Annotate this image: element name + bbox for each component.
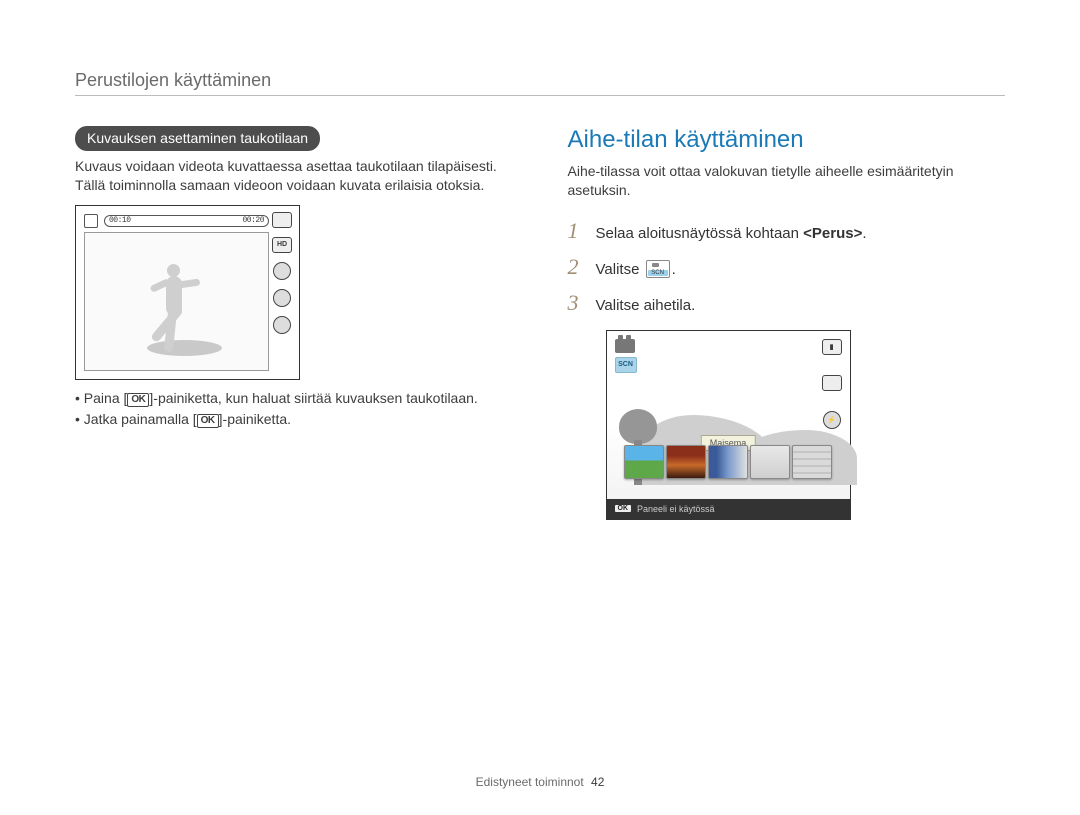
scene-thumb [666,445,706,479]
scene-mode-title: Aihe-tilan käyttäminen [568,126,1006,154]
pause-recording-heading: Kuvauksen asettaminen taukotilaan [75,126,320,151]
step-3: 3 Valitse aihetila. [568,290,1006,316]
camera-icon [615,339,635,353]
scene-mode-screenshot: SCN ▮ ⚡ Maisema [606,330,851,520]
battery-icon [272,212,292,228]
page-number: 42 [591,775,604,789]
time-bar: 00:10 00:20 [104,215,269,227]
battery-icon: ▮ [822,339,842,355]
bullet-pause: Paina [OK]-painiketta, kun haluat siirtä… [75,390,513,407]
stabilize-icon [273,316,291,334]
step-number: 3 [568,290,584,316]
battery-full-icon [822,375,842,391]
scn-mode-icon [646,260,670,278]
scene-thumbnails [619,445,838,485]
divider [75,95,1005,96]
scene-thumb [750,445,790,479]
panel-status-text: Paneeli ei käytössä [637,504,715,514]
ok-icon: OK [615,505,632,512]
left-column: Kuvauksen asettaminen taukotilaan Kuvaus… [75,126,513,520]
scene-thumb [624,445,664,479]
chapter-title: Perustilojen käyttäminen [75,70,1005,91]
scene-mode-description: Aihe-tilassa voit ottaa valokuvan tietyl… [568,162,1006,200]
mode-icon [273,289,291,307]
time-remaining: 00:20 [242,216,264,225]
ok-icon: OK [197,414,219,428]
page-footer: Edistyneet toiminnot 42 [0,775,1080,789]
pause-description: Kuvaus voidaan videota kuvattaessa asett… [75,157,513,195]
rec-indicator-icon [84,214,98,228]
video-pause-screenshot: 00:10 00:20 HD [75,205,300,380]
hd-badge: HD [272,237,292,253]
scene-thumb [792,445,832,479]
time-elapsed: 00:10 [109,216,131,225]
step-number: 1 [568,218,584,244]
bullet-continue: Jatka painamalla [OK]-painiketta. [75,411,513,428]
panel-status-bar: OK Paneeli ei käytössä [607,499,850,519]
step-2: 2 Valitse . [568,254,1006,280]
scn-badge: SCN [615,357,637,373]
step-1: 1 Selaa aloitusnäytössä kohtaan <Perus>. [568,218,1006,244]
scene-thumb [708,445,748,479]
mic-icon [273,262,291,280]
skater-illustration [132,260,222,370]
flash-icon: ⚡ [823,411,841,429]
ok-icon: OK [127,393,149,407]
footer-label: Edistyneet toiminnot [476,775,584,789]
right-column: Aihe-tilan käyttäminen Aihe-tilassa voit… [568,126,1006,520]
step-number: 2 [568,254,584,280]
